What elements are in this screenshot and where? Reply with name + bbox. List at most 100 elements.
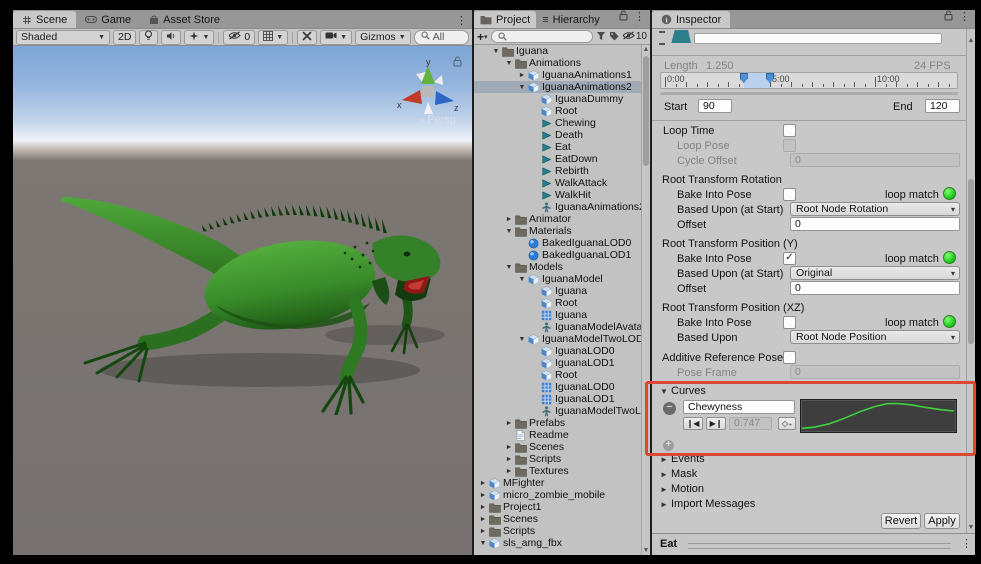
scene-viewport[interactable]: y x z ‹ Persp bbox=[13, 46, 472, 555]
tree-item[interactable]: IguanaModelTwoLO bbox=[474, 405, 641, 417]
tree-item[interactable]: ►Scenes bbox=[474, 513, 641, 525]
tree-item[interactable]: Death bbox=[474, 129, 641, 141]
expand-arrow-icon[interactable]: ▼ bbox=[504, 60, 514, 67]
tree-item[interactable]: BakedIguanaLOD0 bbox=[474, 237, 641, 249]
curve-name-input[interactable]: Chewyness bbox=[683, 400, 795, 414]
curves-foldout[interactable]: ▼Curves bbox=[660, 385, 706, 397]
timeline-scrollbar[interactable] bbox=[660, 92, 958, 95]
tree-item[interactable]: ▼Materials bbox=[474, 225, 641, 237]
additive-checkbox[interactable] bbox=[783, 351, 796, 364]
expand-arrow-icon[interactable]: ▼ bbox=[478, 540, 488, 547]
tab-game[interactable]: Game bbox=[76, 11, 140, 28]
tree-item[interactable]: EatDown bbox=[474, 153, 641, 165]
tree-item[interactable]: IguanaLOD0 bbox=[474, 381, 641, 393]
tree-item[interactable]: IguanaLOD1 bbox=[474, 393, 641, 405]
rtr-offset-input[interactable]: 0 bbox=[790, 217, 960, 231]
preview-drag-handle[interactable] bbox=[688, 543, 951, 549]
scroll-up-icon[interactable]: ▲ bbox=[642, 46, 650, 53]
tree-item[interactable]: WalkAttack bbox=[474, 177, 641, 189]
mask-foldout[interactable]: ►Mask bbox=[660, 468, 697, 480]
tree-item[interactable]: ▼Models bbox=[474, 261, 641, 273]
tree-item[interactable]: ▼IguanaAnimations2 bbox=[474, 81, 641, 93]
search-by-type-icon[interactable] bbox=[596, 28, 606, 46]
preview-bar[interactable]: Eat ⋮ bbox=[652, 533, 975, 555]
inspector-menu-icon[interactable]: ⋮ bbox=[959, 12, 970, 22]
events-foldout[interactable]: ►Events bbox=[660, 453, 705, 465]
inspector-scrollbar[interactable]: ▲ ▼ bbox=[966, 29, 975, 533]
tree-item[interactable]: Rebirth bbox=[474, 165, 641, 177]
hidden-objects-button[interactable]: 0 bbox=[223, 30, 255, 45]
expand-arrow-icon[interactable]: ► bbox=[478, 492, 488, 499]
expand-arrow-icon[interactable]: ► bbox=[478, 504, 488, 511]
rtpy-offset-input[interactable]: 0 bbox=[790, 281, 960, 295]
tab-inspector[interactable]: i Inspector bbox=[652, 11, 730, 28]
expand-arrow-icon[interactable]: ► bbox=[504, 468, 514, 475]
tree-item[interactable]: ▼sls_amg_fbx bbox=[474, 537, 641, 549]
tree-item[interactable]: Iguana bbox=[474, 285, 641, 297]
preview-menu-icon[interactable]: ⋮ bbox=[961, 539, 972, 549]
rtpy-based-dropdown[interactable]: Original bbox=[790, 266, 960, 280]
tree-item[interactable]: ►MFighter bbox=[474, 477, 641, 489]
create-asset-button[interactable]: +▾ bbox=[477, 30, 488, 44]
tree-item[interactable]: ▼IguanaModel bbox=[474, 273, 641, 285]
expand-arrow-icon[interactable]: ► bbox=[504, 216, 514, 223]
tab-hierarchy[interactable]: ≡ Hierarchy bbox=[536, 11, 606, 28]
expand-arrow-icon[interactable]: ► bbox=[504, 420, 514, 427]
tree-item[interactable]: WalkHit bbox=[474, 189, 641, 201]
scene-menu-icon[interactable]: ⋮ bbox=[456, 16, 467, 26]
remove-curve-button[interactable]: − bbox=[663, 402, 676, 415]
tree-item[interactable]: ►Scripts bbox=[474, 453, 641, 465]
loop-time-checkbox[interactable] bbox=[783, 124, 796, 137]
motion-foldout[interactable]: ►Motion bbox=[660, 483, 704, 495]
expand-arrow-icon[interactable]: ▼ bbox=[517, 276, 527, 283]
gizmos-dropdown[interactable]: Gizmos▼ bbox=[355, 30, 411, 45]
expand-arrow-icon[interactable]: ► bbox=[504, 456, 514, 463]
tree-item[interactable]: IguanaAnimations2A bbox=[474, 201, 641, 213]
next-key-button[interactable]: ▶❙ bbox=[706, 417, 726, 430]
tree-item[interactable]: ▼IguanaModelTwoLODs bbox=[474, 333, 641, 345]
tree-item[interactable]: Root bbox=[474, 369, 641, 381]
tree-item[interactable]: Iguana bbox=[474, 309, 641, 321]
tools-button[interactable] bbox=[297, 30, 317, 45]
expand-arrow-icon[interactable]: ▼ bbox=[504, 264, 514, 271]
tab-scene[interactable]: Scene bbox=[13, 11, 76, 28]
scrollbar-thumb[interactable] bbox=[968, 179, 974, 344]
tree-item[interactable]: ▼Animations bbox=[474, 57, 641, 69]
effects-dropdown[interactable]: ▼ bbox=[184, 30, 214, 45]
tree-item[interactable]: Eat bbox=[474, 141, 641, 153]
rtr-bake-checkbox[interactable] bbox=[783, 188, 796, 201]
prev-key-button[interactable]: ❙◀ bbox=[683, 417, 703, 430]
tree-item[interactable]: Chewing bbox=[474, 117, 641, 129]
project-menu-icon[interactable]: ⋮ bbox=[634, 12, 645, 22]
tree-item[interactable]: ►IguanaAnimations1 bbox=[474, 69, 641, 81]
scroll-up-icon[interactable]: ▲ bbox=[967, 37, 975, 44]
timeline-ruler[interactable]: 0:005:0010:00 bbox=[660, 72, 958, 89]
expand-arrow-icon[interactable]: ▼ bbox=[517, 84, 527, 91]
curve-preview[interactable] bbox=[800, 399, 957, 433]
expand-arrow-icon[interactable]: ▼ bbox=[504, 228, 514, 235]
lock-icon[interactable] bbox=[944, 10, 953, 26]
tree-item[interactable]: ►Animator bbox=[474, 213, 641, 225]
search-by-label-icon[interactable] bbox=[609, 28, 619, 46]
expand-arrow-icon[interactable]: ▼ bbox=[517, 336, 527, 343]
scroll-down-icon[interactable]: ▼ bbox=[642, 547, 650, 554]
scroll-down-icon[interactable]: ▼ bbox=[967, 524, 975, 531]
scene-search-input[interactable]: All bbox=[414, 30, 469, 45]
tree-item[interactable]: ►Scenes bbox=[474, 441, 641, 453]
tree-item[interactable]: ▼Iguana bbox=[474, 45, 641, 57]
rtpxz-based-dropdown[interactable]: Root Node Position bbox=[790, 330, 960, 344]
lighting-toggle[interactable] bbox=[139, 30, 158, 45]
tree-item[interactable]: ►micro_zombie_mobile bbox=[474, 489, 641, 501]
tree-item[interactable]: Readme bbox=[474, 429, 641, 441]
project-search-input[interactable] bbox=[491, 30, 593, 43]
hidden-count-button[interactable]: 10 bbox=[622, 31, 647, 43]
tree-item[interactable]: ►Textures bbox=[474, 465, 641, 477]
tree-item[interactable]: ►Prefabs bbox=[474, 417, 641, 429]
tree-item[interactable]: IguanaDummy bbox=[474, 93, 641, 105]
revert-button[interactable]: Revert bbox=[881, 513, 921, 529]
expand-arrow-icon[interactable]: ▼ bbox=[491, 48, 501, 55]
tree-item[interactable]: IguanaLOD1 bbox=[474, 357, 641, 369]
import-messages-foldout[interactable]: ►Import Messages bbox=[660, 498, 755, 510]
add-key-button[interactable]: ◇₊ bbox=[778, 417, 796, 430]
tree-item[interactable]: Root bbox=[474, 297, 641, 309]
